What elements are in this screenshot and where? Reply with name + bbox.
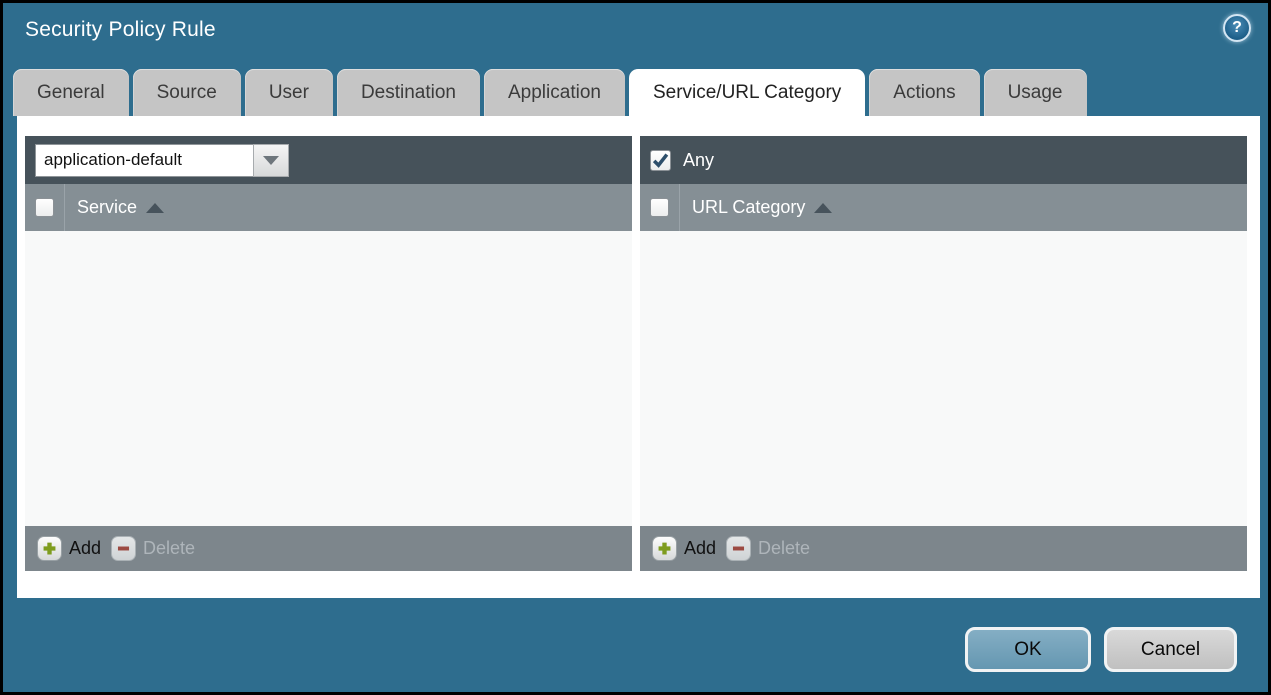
tab-application[interactable]: Application [484, 69, 625, 116]
any-checkbox[interactable] [650, 149, 671, 171]
service-panel: application-default Service Add Delete [25, 136, 632, 571]
service-column-header-label: Service [77, 197, 138, 217]
service-panel-footer: Add Delete [25, 526, 632, 571]
any-label: Any [683, 149, 715, 170]
tab-content-area: application-default Service Add Delete A… [17, 116, 1260, 598]
ok-button[interactable]: OK [965, 627, 1091, 672]
url-category-add-button[interactable]: Add [652, 536, 716, 561]
service-column-header[interactable]: Service [77, 197, 165, 218]
service-delete-label: Delete [143, 538, 196, 558]
column-divider [679, 184, 680, 231]
chevron-down-icon [263, 155, 279, 165]
tab-user[interactable]: User [244, 69, 333, 116]
plus-icon [37, 536, 62, 561]
minus-icon [726, 536, 752, 561]
tab-general[interactable]: General [13, 69, 129, 116]
service-add-button[interactable]: Add [37, 536, 101, 561]
url-category-delete-button[interactable]: Delete [726, 536, 810, 561]
tab-destination[interactable]: Destination [336, 69, 480, 116]
column-divider [64, 184, 65, 231]
url-category-delete-label: Delete [758, 538, 811, 558]
service-delete-button[interactable]: Delete [111, 536, 195, 561]
url-category-select-all-checkbox[interactable] [650, 198, 669, 217]
url-category-column-header-label: URL Category [692, 197, 806, 217]
service-type-dropdown-value[interactable]: application-default [35, 143, 253, 177]
url-category-add-label: Add [684, 538, 717, 558]
service-add-label: Add [69, 538, 102, 558]
service-column-header-row: Service [25, 184, 632, 231]
tab-source[interactable]: Source [132, 69, 241, 116]
security-policy-rule-dialog: Security Policy Rule ? General Source Us… [0, 0, 1271, 695]
url-category-panel: Any URL Category Add Delete [640, 136, 1247, 571]
tab-bar: General Source User Destination Applicat… [13, 69, 1087, 116]
tab-usage[interactable]: Usage [983, 69, 1087, 116]
sort-ascending-icon [814, 202, 833, 213]
url-category-list[interactable] [640, 231, 1247, 526]
url-category-panel-footer: Add Delete [640, 526, 1247, 571]
service-select-all-checkbox[interactable] [35, 198, 54, 217]
dialog-button-row: OK Cancel [965, 627, 1237, 672]
dialog-title: Security Policy Rule [25, 18, 216, 41]
cancel-button[interactable]: Cancel [1104, 627, 1237, 672]
service-panel-header: application-default [25, 136, 632, 184]
service-type-dropdown[interactable]: application-default [35, 143, 289, 177]
url-category-panel-header: Any [640, 136, 1247, 184]
service-type-dropdown-arrow-button[interactable] [253, 143, 289, 177]
sort-ascending-icon [146, 202, 165, 213]
minus-icon [111, 536, 137, 561]
tab-actions[interactable]: Actions [869, 69, 980, 116]
help-icon[interactable]: ? [1223, 14, 1251, 42]
service-list[interactable] [25, 231, 632, 526]
url-category-column-header-row: URL Category [640, 184, 1247, 231]
tab-service-url-category[interactable]: Service/URL Category [628, 69, 866, 116]
plus-icon [652, 536, 677, 561]
url-category-column-header[interactable]: URL Category [692, 197, 833, 218]
